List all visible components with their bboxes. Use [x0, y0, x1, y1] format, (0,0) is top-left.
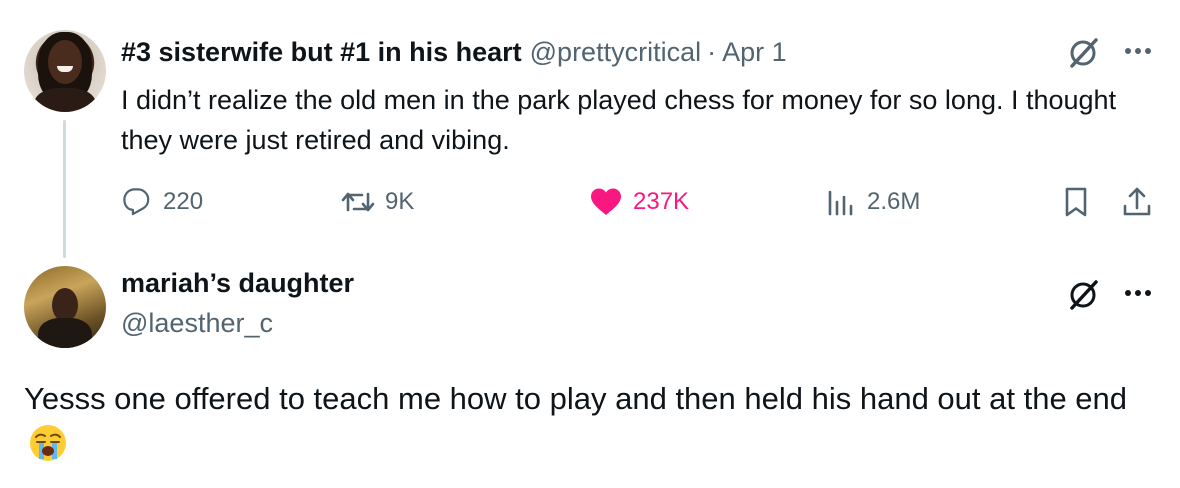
tweet-header: #3 sisterwife but #1 in his heart @prett… — [121, 34, 787, 70]
avatar[interactable] — [24, 266, 106, 348]
author-handle[interactable]: @prettycritical — [530, 37, 701, 68]
tweet-date[interactable]: Apr 1 — [722, 37, 787, 68]
author-handle[interactable]: @laesther_c — [121, 308, 273, 339]
views-count: 2.6M — [867, 188, 921, 215]
grok-icon[interactable] — [1066, 36, 1100, 70]
reply-count: 220 — [163, 188, 204, 215]
action-bar: 220 9K 237K 2.6M — [121, 180, 1161, 224]
reply-icon — [123, 188, 150, 216]
author-display-name[interactable]: mariah’s daughter — [121, 268, 354, 299]
tweet-text: I didn’t realize the old men in the park… — [121, 85, 1117, 155]
reply-button[interactable]: 220 — [121, 180, 203, 224]
heart-icon — [591, 188, 621, 215]
bookmark-button[interactable] — [1061, 180, 1101, 224]
more-icon[interactable] — [1120, 36, 1156, 66]
thread-connector-line — [63, 120, 66, 258]
repost-icon — [341, 192, 375, 212]
tweet-text: Yesss one offered to teach me how to pla… — [24, 376, 1164, 468]
tweet-text-content: Yesss one offered to teach me how to pla… — [24, 381, 1128, 416]
grok-icon[interactable] — [1066, 278, 1100, 312]
parent-tweet[interactable]: #3 sisterwife but #1 in his heart @prett… — [0, 0, 1180, 258]
reply-tweet[interactable]: mariah’s daughter @laesther_c Yesss one … — [0, 250, 1180, 488]
like-button[interactable]: 237K — [589, 180, 689, 224]
views-button[interactable]: 2.6M — [825, 180, 920, 224]
more-icon[interactable] — [1120, 278, 1156, 308]
repost-count: 9K — [385, 188, 415, 215]
share-icon — [1123, 187, 1151, 216]
like-count: 237K — [633, 188, 690, 215]
bookmark-icon — [1065, 187, 1087, 217]
repost-button[interactable]: 9K — [341, 180, 414, 224]
share-button[interactable] — [1121, 180, 1163, 224]
avatar[interactable] — [24, 30, 106, 112]
views-icon — [828, 190, 853, 216]
separator-dot: · — [707, 36, 717, 67]
loudly-crying-face-emoji — [28, 423, 68, 463]
author-display-name[interactable]: #3 sisterwife but #1 in his heart — [121, 37, 522, 68]
